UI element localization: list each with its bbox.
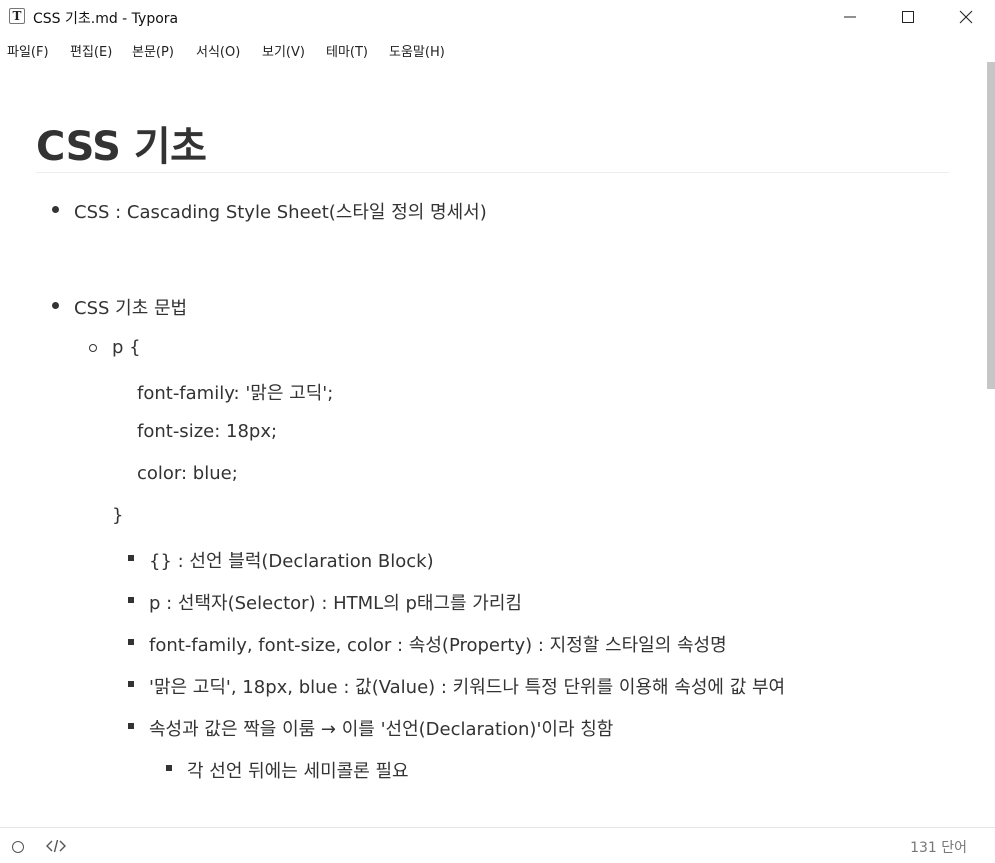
editor-area[interactable]: CSS 기초 CSS : Cascading Style Sheet(스타일 정…	[0, 62, 985, 827]
bullet-square	[128, 555, 134, 561]
status-bar: 131 단어	[0, 827, 995, 863]
heading-divider	[36, 172, 949, 173]
bullet-circle	[89, 344, 97, 352]
source-code-icon[interactable]	[46, 838, 66, 854]
menu-help[interactable]: 도움말(H)	[389, 41, 445, 60]
menu-view[interactable]: 보기(V)	[262, 41, 305, 60]
bullet-square	[128, 681, 134, 687]
bullet-square	[128, 639, 134, 645]
menu-format[interactable]: 서식(O)	[196, 41, 240, 60]
menu-edit[interactable]: 편집(E)	[70, 41, 112, 60]
list-item-css-syntax[interactable]: CSS 기초 문법	[74, 294, 187, 320]
bullet-square	[128, 597, 134, 603]
bullet-disc	[52, 302, 59, 309]
code-line-font-family[interactable]: font-family: '맑은 고딕';	[137, 379, 333, 405]
close-icon	[959, 10, 973, 24]
typora-app-icon: T	[9, 8, 25, 24]
maximize-button[interactable]	[879, 0, 937, 34]
scrollbar-thumb[interactable]	[987, 62, 995, 389]
document-heading[interactable]: CSS 기초	[36, 114, 207, 172]
window-title: CSS 기초.md - Typora	[33, 11, 179, 27]
code-line-color[interactable]: color: blue;	[137, 463, 238, 484]
minimize-button[interactable]	[821, 0, 879, 34]
code-close-line[interactable]: }	[112, 505, 123, 526]
outline-toggle-icon[interactable]	[12, 841, 24, 853]
sub-sub-item-semicolon[interactable]: 각 선언 뒤에는 세미콜론 필요	[187, 757, 409, 783]
menu-paragraph[interactable]: 본문(P)	[132, 41, 174, 60]
sub-item-value[interactable]: '맑은 고딕', 18px, blue : 값(Value) : 키워드나 특정…	[149, 673, 785, 699]
word-count[interactable]: 131 단어	[910, 837, 967, 857]
sub-item-property[interactable]: font-family, font-size, color : 속성(Prope…	[149, 631, 727, 657]
bullet-square	[128, 723, 134, 729]
bullet-square	[166, 765, 172, 771]
title-bar: T CSS 기초.md - Typora	[0, 0, 995, 34]
menu-theme[interactable]: 테마(T)	[326, 41, 368, 60]
maximize-icon	[902, 11, 914, 23]
code-line-font-size[interactable]: font-size: 18px;	[137, 421, 277, 442]
menu-bar: 파일(F) 편집(E) 본문(P) 서식(O) 보기(V) 테마(T) 도움말(…	[0, 34, 995, 62]
sub-item-declaration[interactable]: 속성과 값은 짝을 이룸 → 이를 '선언(Declaration)'이라 칭함	[149, 715, 613, 741]
bullet-disc	[52, 206, 59, 213]
list-item-css-definition[interactable]: CSS : Cascading Style Sheet(스타일 정의 명세서)	[74, 198, 487, 224]
menu-file[interactable]: 파일(F)	[7, 41, 49, 60]
close-button[interactable]	[937, 0, 995, 34]
sub-item-declaration-block[interactable]: {} : 선언 블럭(Declaration Block)	[149, 547, 434, 573]
minimize-icon	[844, 16, 856, 18]
code-open-line[interactable]: p {	[112, 337, 141, 358]
sub-item-selector[interactable]: p : 선택자(Selector) : HTML의 p태그를 가리킴	[149, 589, 522, 615]
